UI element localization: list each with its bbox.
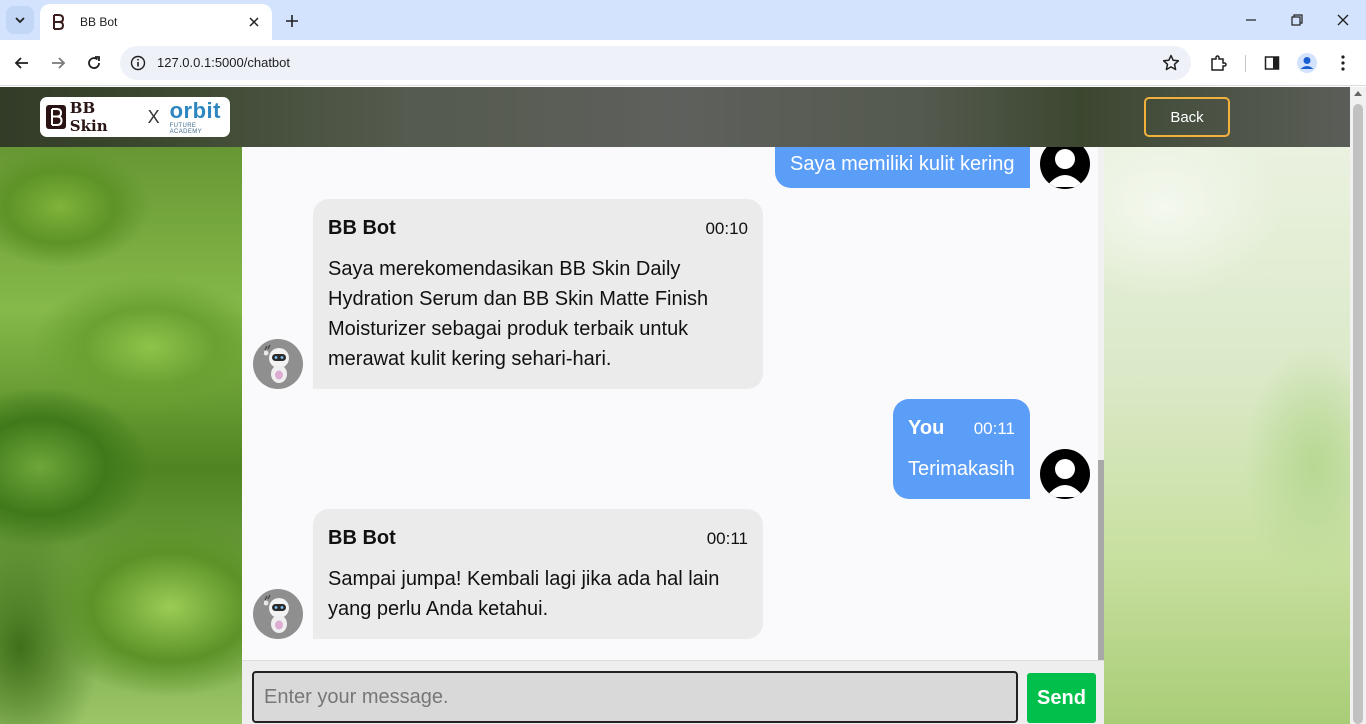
message-time: 00:11 (973, 419, 1015, 438)
back-button[interactable]: Back (1144, 97, 1230, 137)
close-window-button[interactable] (1320, 0, 1366, 40)
url-text: 127.0.0.1:5000/chatbot (157, 55, 291, 70)
orbit-logo: orbit FUTURE ACADEMY (169, 97, 230, 135)
message-composer: Send (242, 660, 1104, 724)
forward-nav-button[interactable] (42, 47, 74, 79)
message-time: 00:11 (706, 529, 748, 548)
page-scrollbar[interactable] (1350, 87, 1366, 724)
close-tab-icon[interactable] (246, 14, 262, 30)
toolbar-divider (1245, 55, 1246, 72)
minimize-icon (1246, 19, 1256, 21)
bookmark-star-icon[interactable] (1161, 53, 1181, 73)
message-text: Saya merekomendasikan BB Skin Daily Hydr… (328, 258, 709, 370)
address-bar[interactable]: 127.0.0.1:5000/chatbot (120, 46, 1191, 80)
logo-separator: X (147, 106, 160, 127)
robot-icon (262, 594, 289, 633)
puzzle-icon (1211, 55, 1227, 71)
kebab-menu-icon (1341, 55, 1345, 71)
arrow-left-icon (14, 57, 28, 69)
scroll-up-arrow-icon[interactable] (1354, 91, 1362, 96)
restore-icon (1291, 14, 1303, 26)
plus-icon (286, 15, 298, 27)
user-silhouette-icon (1046, 459, 1084, 497)
robot-icon (262, 344, 289, 383)
restore-button[interactable] (1274, 0, 1320, 40)
send-button[interactable]: Send (1027, 673, 1096, 723)
minimize-button[interactable] (1228, 0, 1274, 40)
page-viewport: BB Skin X orbit FUTURE ACADEMY Back Saya… (0, 87, 1350, 724)
user-message: Saya memiliki kulit kering (775, 147, 1030, 188)
bot-message: BB Bot 00:10 Saya merekomendasikan BB Sk… (313, 199, 763, 389)
user-silhouette-icon (1046, 149, 1084, 187)
leaf-background-left (0, 87, 242, 724)
bb-favicon-icon (50, 14, 66, 30)
user-avatar (1040, 147, 1090, 189)
browser-tab-strip: BB Bot (0, 0, 1366, 40)
orbit-logo-subtitle: FUTURE ACADEMY (169, 122, 203, 135)
tab-search-button[interactable] (6, 6, 34, 34)
arrow-right-icon (52, 57, 66, 69)
user-avatar (1040, 449, 1090, 499)
message-text: Terimakasih (908, 458, 1015, 480)
side-panel-icon (1264, 56, 1280, 70)
bb-skin-logo-text: BB Skin (69, 99, 108, 135)
message-text: Sampai jumpa! Kembali lagi jika ada hal … (328, 568, 720, 620)
chat-scrollbar-thumb[interactable] (1098, 460, 1104, 660)
bot-avatar (253, 339, 303, 389)
bot-avatar (253, 589, 303, 639)
tab-title: BB Bot (80, 15, 118, 29)
reload-button[interactable] (78, 47, 110, 79)
message-time: 00:10 (705, 219, 748, 238)
message-sender: BB Bot (328, 217, 396, 239)
bot-message: BB Bot 00:11 Sampai jumpa! Kembali lagi … (313, 509, 763, 639)
message-text: Saya memiliki kulit kering (790, 153, 1015, 175)
site-navbar: BB Skin X orbit FUTURE ACADEMY Back (0, 87, 1350, 147)
page-scrollbar-thumb[interactable] (1353, 104, 1363, 724)
profile-avatar-icon (1297, 53, 1317, 73)
chat-scrollbar[interactable] (1098, 147, 1104, 660)
chevron-down-icon (15, 17, 25, 24)
site-info-icon[interactable] (128, 53, 148, 73)
user-message: You 00:11 Terimakasih (893, 399, 1030, 499)
message-input[interactable] (252, 671, 1018, 723)
back-nav-button[interactable] (6, 47, 38, 79)
orbit-logo-text: orbit (169, 97, 221, 123)
chat-messages[interactable]: Saya memiliki kulit kering BB Bot 00:10 … (242, 147, 1098, 660)
reload-icon (88, 56, 100, 69)
brand-logo[interactable]: BB Skin X orbit FUTURE ACADEMY (40, 97, 230, 137)
profile-button[interactable] (1292, 48, 1322, 78)
browser-tab[interactable]: BB Bot (40, 4, 272, 40)
browser-menu-button[interactable] (1328, 48, 1358, 78)
extensions-button[interactable] (1203, 48, 1233, 78)
chat-panel: Saya memiliki kulit kering BB Bot 00:10 … (242, 147, 1104, 724)
bb-skin-logo-icon (44, 103, 68, 131)
new-tab-button[interactable] (278, 7, 306, 35)
message-sender: BB Bot (328, 527, 396, 549)
leaf-background-right (1104, 87, 1350, 724)
side-panel-button[interactable] (1257, 48, 1287, 78)
close-icon (1337, 14, 1349, 26)
browser-toolbar: 127.0.0.1:5000/chatbot (0, 40, 1366, 86)
message-sender: You (908, 417, 945, 439)
